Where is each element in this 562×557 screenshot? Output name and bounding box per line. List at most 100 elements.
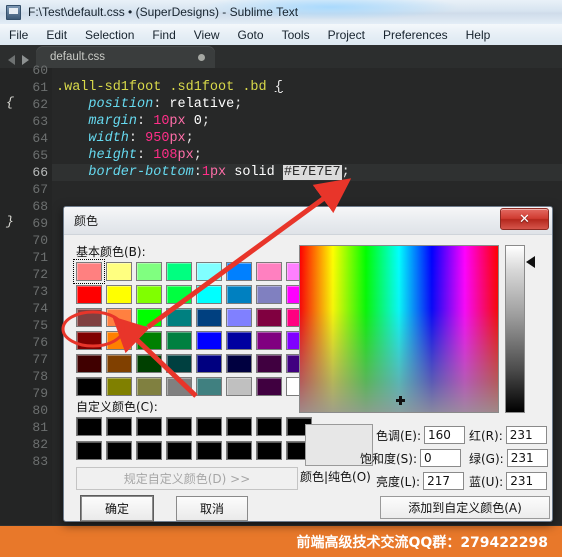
color-swatch[interactable]	[166, 262, 192, 281]
color-swatch[interactable]	[256, 285, 282, 304]
red-field[interactable]: 231	[505, 426, 547, 444]
color-swatch[interactable]	[106, 417, 132, 436]
menu-item-tools[interactable]: Tools	[273, 25, 319, 45]
color-swatch[interactable]	[196, 308, 222, 327]
menu-item-help[interactable]: Help	[457, 25, 500, 45]
next-arrow-icon[interactable]	[22, 55, 29, 65]
color-swatch[interactable]	[256, 354, 282, 373]
color-swatch[interactable]	[106, 377, 132, 396]
color-swatch[interactable]	[166, 417, 192, 436]
color-swatch[interactable]	[106, 308, 132, 327]
custom-colors-grid[interactable]	[76, 417, 312, 460]
color-swatch[interactable]	[136, 354, 162, 373]
color-swatch[interactable]	[106, 354, 132, 373]
luminance-slider[interactable]	[505, 245, 525, 413]
color-swatch[interactable]	[196, 441, 222, 460]
color-swatch[interactable]	[166, 441, 192, 460]
luminance-arrow-icon[interactable]	[526, 256, 535, 268]
color-swatch[interactable]	[136, 262, 162, 281]
luminance-field[interactable]: 217	[423, 472, 465, 490]
close-icon[interactable]: ✕	[500, 208, 549, 230]
color-swatch[interactable]	[166, 354, 192, 373]
gradient-crosshair-icon[interactable]	[396, 396, 405, 405]
blue-field-row[interactable]: 蓝(U): 231	[469, 472, 548, 490]
color-swatch[interactable]	[226, 441, 252, 460]
menu-item-file[interactable]: File	[0, 25, 37, 45]
code-line[interactable]: margin: 10px 0;	[56, 113, 210, 130]
color-dialog[interactable]: 颜色 ✕ 基本颜色(B): 自定义颜色(C): 规定自定义颜色(D) >> 确定…	[63, 206, 553, 522]
color-swatch[interactable]	[166, 308, 192, 327]
green-field[interactable]: 231	[506, 449, 548, 467]
color-swatch[interactable]	[76, 308, 102, 327]
color-swatch[interactable]	[166, 331, 192, 350]
color-swatch[interactable]	[196, 262, 222, 281]
color-swatch[interactable]	[136, 285, 162, 304]
saturation-field-row[interactable]: 饱和度(S): 0	[360, 449, 462, 467]
color-swatch[interactable]	[73, 259, 105, 284]
color-swatch[interactable]	[136, 308, 162, 327]
color-swatch[interactable]	[256, 417, 282, 436]
basic-colors-grid[interactable]	[73, 259, 312, 396]
color-swatch[interactable]	[106, 441, 132, 460]
color-swatch[interactable]	[256, 331, 282, 350]
fold-marker-close[interactable]: }	[6, 215, 14, 228]
color-swatch[interactable]	[76, 354, 102, 373]
color-swatch[interactable]	[136, 441, 162, 460]
color-swatch[interactable]	[136, 417, 162, 436]
menu-item-edit[interactable]: Edit	[37, 25, 76, 45]
color-swatch[interactable]	[196, 354, 222, 373]
tab-default-css[interactable]: default.css	[36, 46, 215, 68]
menu-item-find[interactable]: Find	[143, 25, 184, 45]
hue-field-row[interactable]: 色调(E): 160	[376, 426, 465, 444]
color-swatch[interactable]	[76, 285, 102, 304]
tab-nav-arrows[interactable]	[0, 55, 36, 68]
menu-item-view[interactable]: View	[185, 25, 229, 45]
color-swatch[interactable]	[226, 331, 252, 350]
color-swatch[interactable]	[196, 377, 222, 396]
color-swatch[interactable]	[226, 377, 252, 396]
luminance-field-row[interactable]: 亮度(L): 217	[376, 472, 465, 490]
red-field-row[interactable]: 红(R): 231	[469, 426, 547, 444]
color-swatch[interactable]	[226, 417, 252, 436]
color-swatch[interactable]	[256, 308, 282, 327]
prev-arrow-icon[interactable]	[8, 55, 15, 65]
green-field-row[interactable]: 绿(G): 231	[469, 449, 548, 467]
menu-item-project[interactable]: Project	[319, 25, 374, 45]
color-swatch[interactable]	[166, 285, 192, 304]
color-swatch[interactable]	[136, 377, 162, 396]
ok-button[interactable]: 确定	[81, 496, 153, 521]
menu-item-preferences[interactable]: Preferences	[374, 25, 457, 45]
color-swatch[interactable]	[166, 377, 192, 396]
fold-marker-open[interactable]: {	[6, 96, 14, 109]
define-custom-colors-button[interactable]: 规定自定义颜色(D) >>	[76, 467, 298, 490]
code-line[interactable]: height: 108px;	[56, 147, 201, 164]
color-swatch[interactable]	[226, 262, 252, 281]
color-swatch[interactable]	[226, 354, 252, 373]
color-swatch[interactable]	[196, 417, 222, 436]
color-swatch[interactable]	[106, 285, 132, 304]
color-swatch[interactable]	[76, 441, 102, 460]
color-swatch[interactable]	[106, 262, 132, 281]
code-line[interactable]: position: relative;	[56, 96, 242, 113]
color-swatch[interactable]	[106, 331, 132, 350]
hue-field[interactable]: 160	[424, 426, 465, 444]
menu-item-goto[interactable]: Goto	[229, 25, 273, 45]
color-swatch[interactable]	[256, 377, 282, 396]
color-swatch[interactable]	[256, 441, 282, 460]
code-line[interactable]: .wall-sd1foot .sd1foot .bd {	[56, 79, 283, 96]
color-swatch[interactable]	[76, 331, 102, 350]
cancel-button[interactable]: 取消	[176, 496, 248, 521]
color-swatch[interactable]	[136, 331, 162, 350]
code-line[interactable]: border-bottom:1px solid #E7E7E7;	[56, 164, 350, 181]
blue-field[interactable]: 231	[506, 472, 548, 490]
color-swatch[interactable]	[256, 262, 282, 281]
modified-dot-icon[interactable]	[198, 53, 205, 61]
color-swatch[interactable]	[76, 377, 102, 396]
color-swatch[interactable]	[76, 417, 102, 436]
color-swatch[interactable]	[226, 285, 252, 304]
menu-item-selection[interactable]: Selection	[76, 25, 143, 45]
hue-saturation-gradient[interactable]	[299, 245, 499, 413]
code-line[interactable]: width: 950px;	[56, 130, 193, 147]
color-swatch[interactable]	[196, 331, 222, 350]
color-swatch[interactable]	[226, 308, 252, 327]
